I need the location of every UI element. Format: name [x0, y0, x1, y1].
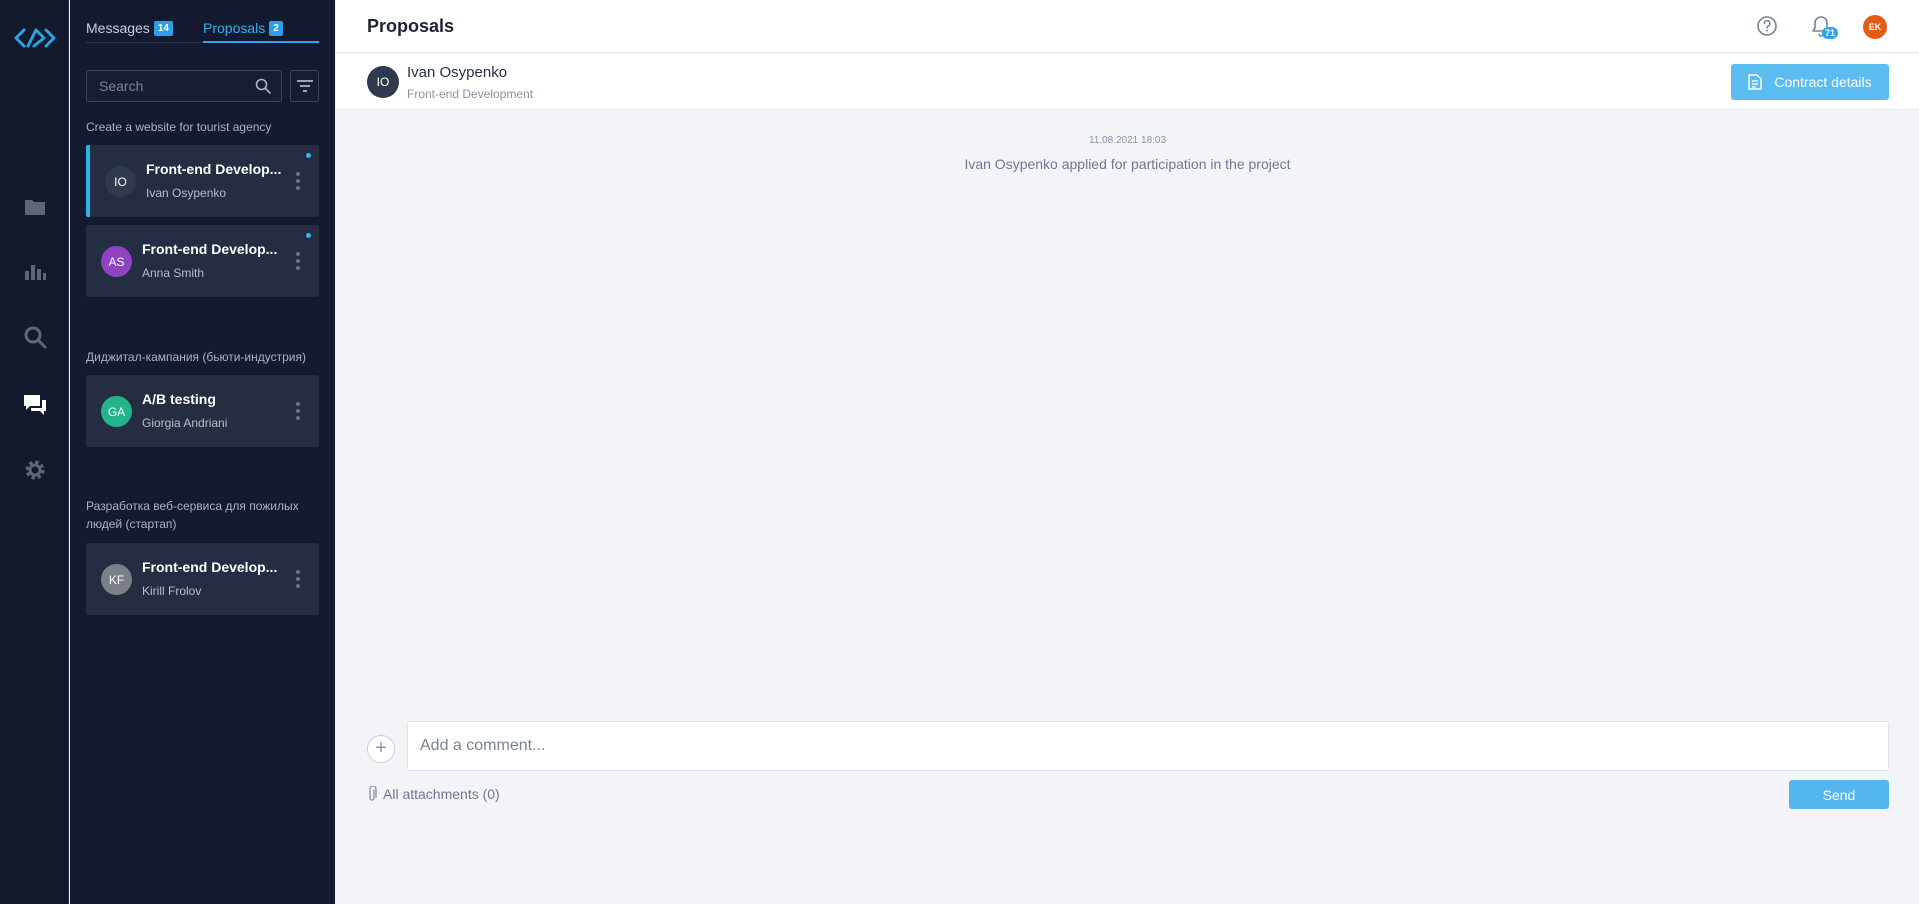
avatar: KF — [101, 564, 132, 595]
avatar: GA — [101, 396, 132, 427]
proposals-count-badge: 2 — [269, 20, 283, 36]
help-icon[interactable] — [1756, 15, 1778, 37]
tab-messages[interactable]: Messages 14 — [86, 20, 173, 36]
proposal-applicant: Ivan Osypenko — [146, 186, 227, 200]
project-group-title: Create a website for tourist agency — [86, 120, 272, 134]
send-button[interactable]: Send — [1789, 780, 1889, 809]
more-options-icon[interactable] — [295, 569, 301, 589]
project-group-title: Разработка веб-сервиса для пожилых людей… — [86, 499, 299, 531]
more-options-icon[interactable] — [295, 401, 301, 421]
attachments-label: All attachments (0) — [383, 786, 500, 802]
proposal-applicant: Anna Smith — [142, 266, 205, 280]
app-logo[interactable] — [14, 24, 56, 52]
avatar: IO — [105, 166, 136, 197]
main-panel: Proposals 71 EK IO Ivan Osypenko Front-e… — [336, 0, 1919, 904]
add-attachment-button[interactable]: + — [367, 735, 395, 763]
tab-messages-label: Messages — [86, 20, 150, 36]
proposal-title: Front-end Develop... — [142, 559, 278, 575]
proposal-applicant: Giorgia Andriani — [142, 416, 228, 430]
messages-count-badge: 14 — [153, 20, 173, 36]
contract-details-button[interactable]: Contract details — [1731, 64, 1889, 100]
comment-input[interactable] — [408, 722, 1888, 770]
more-options-icon[interactable] — [295, 251, 301, 271]
proposal-title: Front-end Develop... — [142, 241, 278, 257]
avatar: AS — [101, 246, 132, 277]
search-input[interactable] — [87, 71, 237, 101]
avatar: IO — [367, 66, 399, 98]
top-header: Proposals 71 EK — [336, 0, 1919, 53]
proposal-title: Front-end Develop... — [146, 161, 282, 177]
proposal-applicant: Kirill Frolov — [142, 584, 202, 598]
comment-field[interactable] — [407, 721, 1889, 771]
tab-proposals[interactable]: Proposals 2 — [203, 20, 283, 36]
tab-proposals-label: Proposals — [203, 20, 266, 36]
active-tab-indicator — [203, 41, 319, 43]
filter-button[interactable] — [290, 70, 319, 102]
paperclip-icon — [369, 786, 377, 801]
bar-chart-icon[interactable] — [22, 258, 48, 284]
proposal-title: A/B testing — [142, 391, 216, 407]
proposal-card[interactable]: IO Front-end Develop... Ivan Osypenko — [86, 145, 319, 217]
proposals-sidebar: Messages 14 Proposals 2 Create a website… — [70, 0, 335, 904]
send-label: Send — [1822, 786, 1856, 803]
proposal-card[interactable]: GA A/B testing Giorgia Andriani — [86, 375, 319, 447]
unread-indicator — [306, 233, 311, 238]
conversation-header: IO Ivan Osypenko Front-end Development C… — [336, 54, 1919, 110]
applicant-name: Ivan Osypenko — [407, 64, 508, 81]
more-options-icon[interactable] — [295, 171, 301, 191]
applicant-role: Front-end Development — [407, 87, 534, 101]
attachments-link[interactable]: All attachments (0) — [367, 786, 500, 802]
gear-icon[interactable] — [22, 457, 48, 483]
search-field[interactable] — [86, 70, 282, 102]
unread-indicator — [306, 153, 311, 158]
proposal-card[interactable]: KF Front-end Develop... Kirill Frolov — [86, 543, 319, 615]
event-timestamp: 11.08.2021 18:03 — [1088, 135, 1167, 146]
document-icon — [1748, 74, 1763, 90]
proposal-card[interactable]: AS Front-end Develop... Anna Smith — [86, 225, 319, 297]
chat-icon[interactable] — [22, 392, 48, 418]
contract-details-label: Contract details — [1774, 74, 1872, 90]
icon-rail — [0, 0, 69, 904]
folder-icon[interactable] — [22, 194, 48, 220]
notifications-badge: 71 — [1822, 27, 1839, 39]
project-group-title: Диджитал-кампания (бьюти-индустрия) — [86, 350, 306, 364]
user-avatar[interactable]: EK — [1863, 15, 1887, 39]
event-message: Ivan Osypenko applied for participation … — [964, 156, 1291, 172]
search-icon[interactable] — [22, 324, 48, 350]
search-icon[interactable] — [255, 78, 271, 94]
sidebar-tabs: Messages 14 Proposals 2 — [86, 18, 319, 43]
page-title: Proposals — [367, 16, 455, 36]
filter-icon — [297, 80, 313, 92]
